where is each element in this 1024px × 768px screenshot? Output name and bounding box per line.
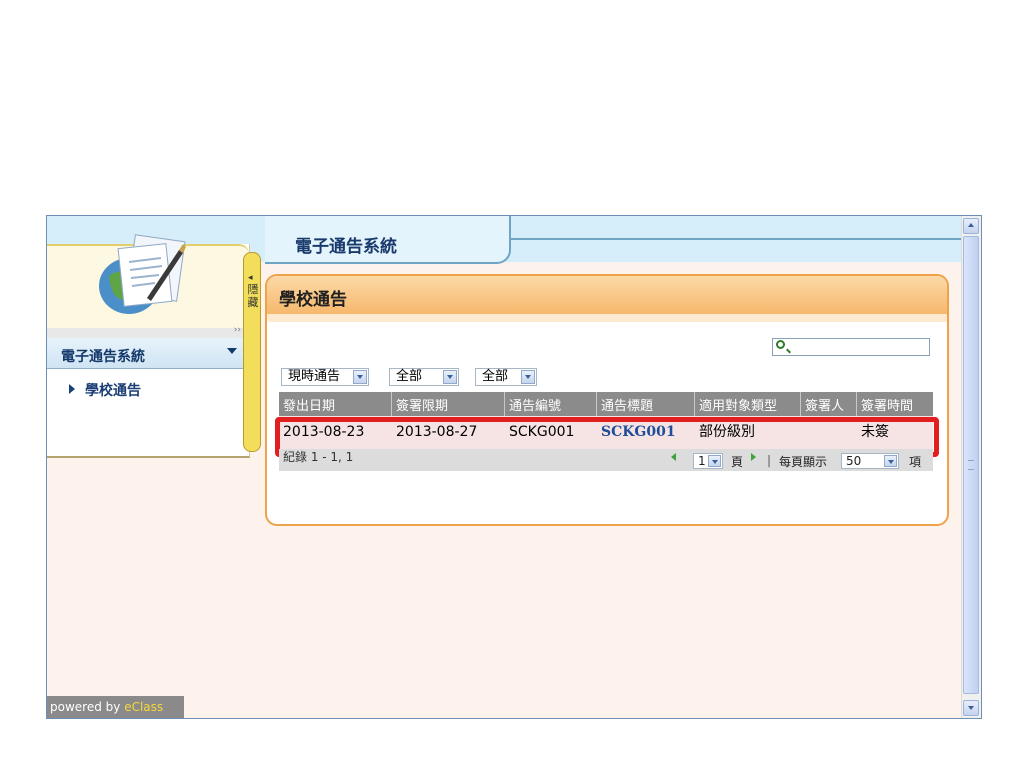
- col-notice-no[interactable]: 通告編號: [505, 392, 597, 416]
- filter-select-2[interactable]: 全部: [389, 368, 459, 386]
- system-title: 電子通告系統: [295, 237, 397, 257]
- scroll-up-button[interactable]: [963, 218, 979, 234]
- filter-3-value: 全部: [482, 369, 509, 384]
- main-panel-header: 學校通告: [267, 276, 947, 315]
- table-footer: 紀錄 1 - 1, 1 1 頁 | 每頁顯示 50 項: [279, 449, 933, 471]
- eclass-brand: eClass: [124, 700, 164, 714]
- collapse-arrow-icon: ◂: [248, 273, 253, 283]
- sidebar-item-label: 學校通告: [85, 383, 141, 399]
- per-page-label: 每頁顯示: [779, 455, 828, 469]
- col-signer[interactable]: 簽署人: [801, 392, 857, 416]
- col-target-type[interactable]: 適用對象類型: [695, 392, 801, 416]
- browser-window: 電子通告系統 ›› 電子通告系統 學校通告 ◂ 隱藏 學校通告 現時通告 全部 …: [46, 215, 982, 719]
- powered-prefix: powered by: [50, 700, 125, 714]
- scroll-down-button[interactable]: [963, 700, 979, 716]
- sidebar-menu-header[interactable]: 電子通告系統: [47, 338, 247, 369]
- col-title[interactable]: 通告標題: [597, 392, 695, 416]
- hide-label: 隱藏: [247, 283, 259, 309]
- page-select[interactable]: 1: [693, 453, 723, 469]
- sidebar-logo-area: [47, 234, 249, 330]
- pager-separator: |: [767, 453, 772, 467]
- chevron-down-icon[interactable]: [353, 370, 367, 384]
- col-sign-time[interactable]: 簽署時間: [857, 392, 933, 416]
- triangle-right-icon: [69, 384, 75, 394]
- header-shade: [267, 314, 947, 322]
- next-page-icon[interactable]: [751, 453, 756, 461]
- filter-select-3[interactable]: 全部: [475, 368, 537, 386]
- search-icon[interactable]: [776, 340, 785, 349]
- chevron-down-icon[interactable]: [443, 370, 457, 384]
- system-tab: 電子通告系統: [265, 216, 511, 264]
- chevron-down-icon[interactable]: [884, 455, 897, 467]
- vertical-scrollbar[interactable]: [961, 216, 981, 718]
- per-page-value: 50: [846, 454, 862, 468]
- search-box[interactable]: [772, 338, 931, 357]
- page-label: 頁: [731, 455, 744, 469]
- chevron-down-icon[interactable]: [521, 370, 535, 384]
- powered-by-footer: powered by eClass: [47, 696, 184, 718]
- filter-2-value: 全部: [396, 369, 423, 384]
- sidebar-strip: ››: [47, 325, 247, 338]
- col-deadline[interactable]: 簽署限期: [392, 392, 505, 416]
- notice-status-select[interactable]: 現時通告: [281, 368, 369, 386]
- item-label: 項: [909, 455, 922, 469]
- prev-page-icon[interactable]: [671, 453, 676, 461]
- search-input[interactable]: [791, 339, 931, 357]
- top-band-line: [509, 238, 961, 240]
- table-header: 發出日期 簽署限期 通告編號 通告標題 適用對象類型 簽署人 簽署時間: [279, 392, 933, 416]
- hide-sidebar-toggle[interactable]: ◂ 隱藏: [243, 252, 261, 452]
- scroll-thumb[interactable]: [963, 236, 979, 694]
- page-title: 學校通告: [279, 290, 347, 310]
- col-issue-date[interactable]: 發出日期: [279, 392, 392, 416]
- page-value: 1: [698, 454, 706, 468]
- notice-status-value: 現時通告: [288, 369, 341, 384]
- chevron-down-icon[interactable]: [708, 455, 721, 467]
- chevron-down-icon[interactable]: [227, 348, 237, 354]
- sidebar-menu-title: 電子通告系統: [61, 349, 145, 365]
- grip-icon: [968, 460, 974, 470]
- record-count: 紀錄 1 - 1, 1: [283, 450, 354, 464]
- expand-icon[interactable]: ››: [234, 325, 241, 335]
- main-panel: 學校通告 現時通告 全部 全部 發出日期 簽署限期 通告編號 通告標題 適用對象…: [265, 274, 949, 526]
- sidebar: ›› 電子通告系統 學校通告: [47, 234, 250, 458]
- sidebar-item-school-notice[interactable]: 學校通告: [69, 380, 141, 400]
- per-page-select[interactable]: 50: [841, 453, 899, 469]
- notice-logo-icon: [99, 234, 186, 314]
